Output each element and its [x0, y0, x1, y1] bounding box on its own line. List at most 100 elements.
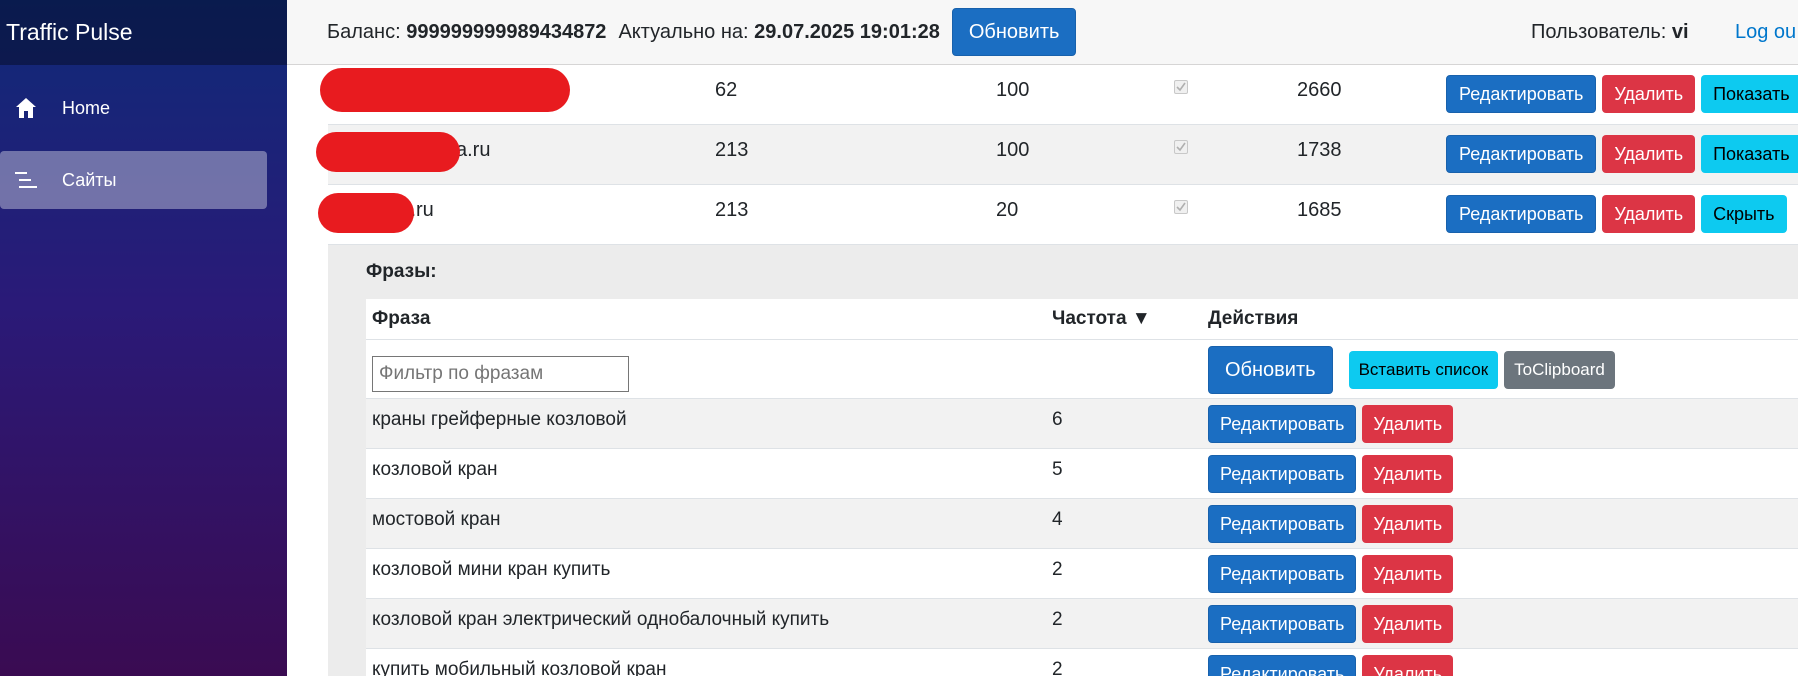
table-row: мостовой кран 4 Редактировать Удалить: [366, 499, 1798, 549]
phrase-actions: Редактировать Удалить: [1208, 605, 1454, 643]
redaction-mark: [318, 193, 414, 233]
phrase-text: козловой кран электрический однобалочный…: [372, 609, 830, 630]
column-header-frequency[interactable]: Частота ▼: [1052, 299, 1151, 339]
site-active-checkbox[interactable]: [1174, 140, 1188, 154]
site-name: a.ru: [456, 139, 491, 161]
sidebar-nav: Home Сайты: [0, 65, 287, 209]
phrases-panel: Фразы: Фраза Частота ▼ Действия Обновить…: [328, 245, 1798, 676]
paste-list-button[interactable]: Вставить список: [1348, 351, 1499, 389]
phrase-frequency: 6: [1052, 409, 1063, 430]
delete-phrase-button[interactable]: Удалить: [1362, 655, 1454, 676]
sidebar-item-label: Home: [62, 97, 111, 118]
redaction-mark: [316, 132, 460, 172]
site-count: 2660: [1297, 79, 1342, 101]
edit-site-button[interactable]: Редактировать: [1446, 195, 1597, 233]
delete-phrase-button[interactable]: Удалить: [1362, 555, 1454, 593]
edit-site-button[interactable]: Редактировать: [1446, 75, 1597, 113]
sidebar-item-label: Сайты: [62, 169, 117, 190]
phrase-frequency: 2: [1052, 559, 1063, 580]
check-icon: [1176, 202, 1186, 212]
balance-value: 999999999989434872: [406, 20, 607, 43]
table-row: l.ru 213 20 1685 Редактировать Удалить С…: [318, 185, 1798, 245]
phrases-table: Фраза Частота ▼ Действия Обновить Встави…: [366, 299, 1798, 676]
phrase-list-actions: Вставить список ToClipboard: [1348, 351, 1615, 389]
check-icon: [1176, 142, 1186, 152]
site-active-checkbox[interactable]: [1174, 200, 1188, 214]
balance-refresh-button[interactable]: Обновить: [951, 8, 1077, 56]
toggle-phrases-button[interactable]: Показать: [1701, 75, 1798, 113]
phrase-text: мостовой кран: [372, 509, 501, 530]
delete-phrase-button[interactable]: Удалить: [1362, 505, 1454, 543]
phrase-actions: Редактировать Удалить: [1208, 405, 1454, 443]
balance-label: Баланс:: [327, 20, 401, 43]
redaction-mark: [320, 68, 570, 112]
table-row: козловой кран 5 Редактировать Удалить: [366, 449, 1798, 499]
site-region: 213: [715, 199, 749, 221]
sidebar-item-home[interactable]: Home: [0, 79, 267, 137]
site-actions: Редактировать Удалить Скрыть: [1446, 195, 1787, 233]
table-row: козловой мини кран купить 2 Редактироват…: [366, 549, 1798, 599]
table-row: 62 100 2660 Редактировать Удалить Показа…: [320, 65, 1798, 125]
logout-link[interactable]: Log ou: [1735, 0, 1796, 65]
delete-phrase-button[interactable]: Удалить: [1362, 455, 1454, 493]
phrases-title: Фразы:: [366, 261, 437, 282]
phrase-frequency: 2: [1052, 609, 1063, 630]
edit-phrase-button[interactable]: Редактировать: [1208, 505, 1357, 543]
site-active-checkbox[interactable]: [1174, 80, 1188, 94]
edit-phrase-button[interactable]: Редактировать: [1208, 605, 1357, 643]
sidebar: Traffic Pulse Home Сайты: [0, 0, 287, 676]
edit-phrase-button[interactable]: Редактировать: [1208, 455, 1357, 493]
phrase-frequency: 2: [1052, 659, 1063, 676]
site-limit: 100: [996, 79, 1030, 101]
brand-title[interactable]: Traffic Pulse: [0, 0, 287, 65]
phrase-frequency: 5: [1052, 459, 1063, 480]
phrase-text: козловой кран: [372, 459, 498, 480]
user-name: vi: [1671, 21, 1689, 43]
site-limit: 100: [996, 139, 1030, 161]
phrase-actions: Редактировать Удалить: [1208, 655, 1454, 676]
phrase-filter-input[interactable]: [372, 356, 629, 392]
edit-phrase-button[interactable]: Редактировать: [1208, 555, 1357, 593]
sites-table: 62 100 2660 Редактировать Удалить Показа…: [316, 65, 1798, 245]
table-row: купить мобильный козловой кран 2 Редакти…: [366, 649, 1798, 676]
edit-phrase-button[interactable]: Редактировать: [1208, 655, 1357, 676]
table-row: козловой кран электрический однобалочный…: [366, 599, 1798, 649]
to-clipboard-button[interactable]: ToClipboard: [1504, 351, 1615, 389]
site-limit: 20: [996, 199, 1019, 221]
toggle-phrases-button[interactable]: Скрыть: [1701, 195, 1787, 233]
user-label: Пользователь:: [1531, 21, 1667, 43]
delete-phrase-button[interactable]: Удалить: [1362, 605, 1454, 643]
home-icon: [12, 94, 40, 122]
delete-site-button[interactable]: Удалить: [1602, 135, 1696, 173]
phrase-frequency: 4: [1052, 509, 1063, 530]
user-info: Пользователь: vi: [1531, 0, 1689, 65]
column-header-phrase: Фраза: [372, 308, 431, 329]
list-icon: [12, 166, 40, 194]
phrases-filter-row: Обновить Вставить список ToClipboard: [366, 340, 1798, 399]
check-icon: [1176, 82, 1186, 92]
delete-site-button[interactable]: Удалить: [1602, 75, 1696, 113]
site-actions: Редактировать Удалить Показать: [1446, 135, 1798, 173]
phrase-actions: Редактировать Удалить: [1208, 505, 1454, 543]
column-header-actions: Действия: [1208, 308, 1299, 329]
phrase-text: краны грейферные козловой: [372, 409, 627, 430]
table-row: a.ru 213 100 1738 Редактировать Удалить …: [316, 125, 1798, 185]
site-region: 213: [715, 139, 749, 161]
table-row: краны грейферные козловой 6 Редактироват…: [366, 399, 1798, 449]
actual-value: 29.07.2025 19:01:28: [754, 20, 940, 43]
toggle-phrases-button[interactable]: Показать: [1701, 135, 1798, 173]
app-root: Traffic Pulse Home Сайты Баланс: 9999999…: [0, 0, 1798, 676]
sidebar-item-sites[interactable]: Сайты: [0, 151, 267, 209]
edit-site-button[interactable]: Редактировать: [1446, 135, 1597, 173]
top-bar: Баланс: 999999999989434872 Актуально на:…: [287, 0, 1798, 65]
delete-site-button[interactable]: Удалить: [1602, 195, 1696, 233]
site-count: 1738: [1297, 139, 1342, 161]
delete-phrase-button[interactable]: Удалить: [1362, 405, 1454, 443]
site-region: 62: [715, 79, 738, 101]
phrases-refresh-button[interactable]: Обновить: [1208, 346, 1333, 394]
actual-label: Актуально на:: [618, 20, 749, 43]
phrase-text: купить мобильный козловой кран: [372, 659, 667, 676]
edit-phrase-button[interactable]: Редактировать: [1208, 405, 1357, 443]
phrase-text: козловой мини кран купить: [372, 559, 611, 580]
phrase-actions: Редактировать Удалить: [1208, 555, 1454, 593]
